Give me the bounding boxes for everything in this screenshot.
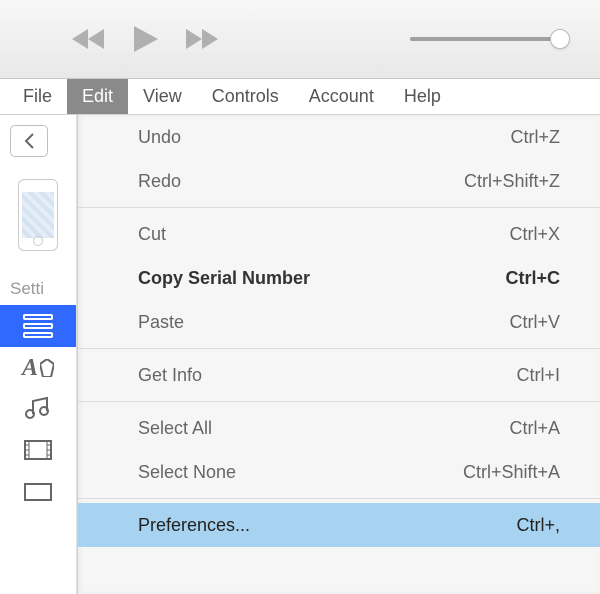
menu-file[interactable]: File (8, 79, 67, 114)
volume-thumb[interactable] (550, 29, 570, 49)
menu-item-label: Redo (138, 171, 181, 192)
menu-edit[interactable]: Edit (67, 79, 128, 114)
menu-item-label: Paste (138, 312, 184, 333)
sidebar-item-tv[interactable] (0, 473, 76, 515)
menu-item-copy-serial-number[interactable]: Copy Serial Number Ctrl+C (78, 256, 600, 300)
menu-item-shortcut: Ctrl+Shift+Z (464, 171, 560, 192)
menu-item-shortcut: Ctrl+I (516, 365, 560, 386)
sidebar-item-movies[interactable] (0, 431, 76, 473)
volume-slider[interactable] (410, 37, 560, 41)
sidebar-item-music[interactable] (0, 389, 76, 431)
menu-item-label: Copy Serial Number (138, 268, 310, 289)
next-icon[interactable] (180, 27, 220, 51)
menu-item-paste[interactable]: Paste Ctrl+V (78, 300, 600, 344)
chevron-left-icon (23, 133, 35, 149)
menu-item-select-all[interactable]: Select All Ctrl+A (78, 406, 600, 450)
previous-icon[interactable] (70, 27, 110, 51)
summary-icon (23, 314, 53, 338)
menu-item-preferences[interactable]: Preferences... Ctrl+, (78, 503, 600, 547)
menu-separator (78, 348, 600, 349)
menu-item-shortcut: Ctrl+C (505, 268, 560, 289)
menu-item-label: Cut (138, 224, 166, 245)
menu-item-cut[interactable]: Cut Ctrl+X (78, 212, 600, 256)
menu-item-shortcut: Ctrl+Shift+A (463, 462, 560, 483)
back-button[interactable] (10, 125, 48, 157)
menu-account[interactable]: Account (294, 79, 389, 114)
sidebar-item-apps[interactable]: A (0, 347, 76, 389)
menu-item-label: Select All (138, 418, 212, 439)
playback-controls (70, 24, 220, 54)
menu-item-shortcut: Ctrl+Z (511, 127, 561, 148)
device-thumbnail[interactable] (18, 179, 58, 251)
apps-icon: A (22, 355, 54, 382)
menu-item-get-info[interactable]: Get Info Ctrl+I (78, 353, 600, 397)
tv-icon (24, 483, 52, 506)
menu-help[interactable]: Help (389, 79, 456, 114)
volume-track (410, 37, 560, 41)
edit-dropdown-menu: Undo Ctrl+Z Redo Ctrl+Shift+Z Cut Ctrl+X Copy … (77, 115, 600, 594)
menu-item-shortcut: Ctrl+, (516, 515, 560, 536)
menu-separator (78, 207, 600, 208)
player-toolbar (0, 0, 600, 79)
movies-icon (24, 440, 52, 465)
menu-separator (78, 401, 600, 402)
menu-item-shortcut: Ctrl+A (509, 418, 560, 439)
play-icon[interactable] (130, 24, 160, 54)
menu-item-label: Get Info (138, 365, 202, 386)
menubar: File Edit View Controls Account Help (0, 79, 600, 115)
menu-item-undo[interactable]: Undo Ctrl+Z (78, 115, 600, 159)
left-sidebar: Setti A (0, 115, 77, 594)
sidebar-item-summary[interactable] (0, 305, 76, 347)
menu-item-select-none[interactable]: Select None Ctrl+Shift+A (78, 450, 600, 494)
music-icon (25, 396, 51, 425)
menu-view[interactable]: View (128, 79, 197, 114)
settings-heading: Setti (10, 279, 44, 299)
menu-item-label: Preferences... (138, 515, 250, 536)
menu-item-redo[interactable]: Redo Ctrl+Shift+Z (78, 159, 600, 203)
menu-item-label: Undo (138, 127, 181, 148)
menu-controls[interactable]: Controls (197, 79, 294, 114)
menu-item-label: Select None (138, 462, 236, 483)
menu-item-shortcut: Ctrl+X (509, 224, 560, 245)
menu-separator (78, 498, 600, 499)
menu-item-shortcut: Ctrl+V (509, 312, 560, 333)
content-area: Setti A Undo Ctrl+Z Redo Ctrl+Shift+Z Cut Ctr… (0, 115, 600, 594)
